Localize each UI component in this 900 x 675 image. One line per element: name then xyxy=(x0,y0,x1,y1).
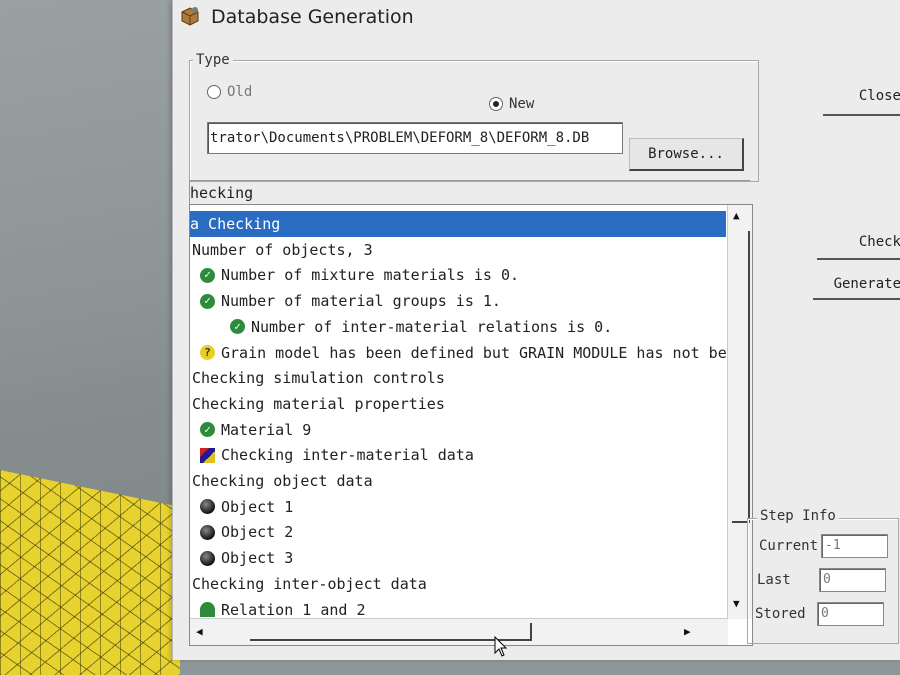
relation-icon xyxy=(200,602,215,617)
radio-old-label: Old xyxy=(227,84,253,100)
list-row-text: Object 3 xyxy=(221,549,294,568)
list-row-text: Material 9 xyxy=(221,420,312,439)
list-row-text: Object 1 xyxy=(221,497,294,516)
check-icon xyxy=(200,293,215,309)
vertical-scroll-thumb[interactable] xyxy=(732,231,750,523)
list-row[interactable]: Object 1 xyxy=(200,494,293,520)
list-row[interactable]: Checking object data xyxy=(192,468,373,494)
list-row[interactable]: Checking simulation controls xyxy=(192,365,445,391)
list-header: hecking xyxy=(189,180,750,205)
list-row-text: Number of mixture materials is 0. xyxy=(221,266,520,285)
stored-label: Stored xyxy=(755,606,806,622)
list-row[interactable]: a Checking xyxy=(190,211,726,237)
check-icon xyxy=(230,319,245,335)
list-row-text: Object 2 xyxy=(221,523,294,542)
type-legend: Type xyxy=(193,52,233,68)
list-row[interactable]: Number of mixture materials is 0. xyxy=(200,262,519,288)
list-row[interactable]: Number of material groups is 1. xyxy=(200,288,501,314)
horizontal-scroll-thumb[interactable] xyxy=(250,623,532,641)
step-info-legend: Step Info xyxy=(757,508,839,524)
list-row[interactable]: Checking inter-material data xyxy=(200,442,474,468)
check-icon xyxy=(200,267,215,283)
database-path-field[interactable]: trator\Documents\PROBLEM\DEFORM_8\DEFORM… xyxy=(207,122,623,154)
list-row[interactable]: Grain model has been defined but GRAIN M… xyxy=(200,340,736,366)
list-row-text: Number of inter-material relations is 0. xyxy=(251,317,613,336)
stored-field[interactable]: 0 xyxy=(817,602,884,626)
horizontal-scrollbar[interactable]: ◀ ▶ xyxy=(190,618,728,645)
list-row[interactable]: Checking inter-object data xyxy=(192,571,427,597)
scroll-up-icon[interactable]: ▲ xyxy=(733,209,740,222)
browse-button[interactable]: Browse... xyxy=(629,138,744,171)
list-row-text: Grain model has been defined but GRAIN M… xyxy=(221,343,736,362)
multicolor-icon xyxy=(200,447,215,463)
list-row[interactable]: Checking material properties xyxy=(192,391,445,417)
window-title: Database Generation xyxy=(211,6,414,28)
list-row-text: Checking object data xyxy=(192,472,373,490)
radio-old[interactable]: Old xyxy=(207,84,252,100)
radio-old-indicator xyxy=(207,85,221,99)
radio-new-indicator xyxy=(489,97,503,111)
object-icon xyxy=(200,499,215,515)
scroll-left-icon[interactable]: ◀ xyxy=(196,625,203,638)
list-row-text: Number of material groups is 1. xyxy=(221,292,501,311)
list-row-text: Number of objects, 3 xyxy=(192,240,373,259)
object-icon xyxy=(200,550,215,566)
current-label: Current xyxy=(759,538,819,554)
list-row-text: Checking inter-material data xyxy=(221,446,474,465)
last-field[interactable]: 0 xyxy=(819,568,886,592)
last-label: Last xyxy=(757,572,791,588)
scroll-right-icon[interactable]: ▶ xyxy=(684,625,691,638)
list-row[interactable]: Number of inter-material relations is 0. xyxy=(230,314,612,340)
check-icon xyxy=(200,422,215,438)
title-bar[interactable]: Database Generation xyxy=(173,0,900,38)
check-results-list[interactable]: a Checking Number of objects, 3 Number of … xyxy=(189,204,753,646)
mouse-cursor-icon xyxy=(494,636,508,657)
list-row[interactable]: Object 2 xyxy=(200,519,293,545)
generate-button[interactable]: Generate xyxy=(813,276,900,300)
list-row[interactable]: Material 9 xyxy=(200,417,311,443)
question-icon xyxy=(200,345,215,360)
list-row-text: Checking material properties xyxy=(192,394,445,413)
list-row-text: Checking simulation controls xyxy=(192,369,445,388)
check-button[interactable]: Check xyxy=(817,234,900,260)
list-row-text: Checking inter-object data xyxy=(192,574,427,593)
list-row[interactable]: Object 3 xyxy=(200,545,293,571)
database-generation-dialog: Database Generation Type Old New trator\… xyxy=(172,0,900,660)
list-row-text: a Checking xyxy=(190,215,281,233)
database-icon xyxy=(181,7,199,26)
radio-new[interactable]: New xyxy=(489,96,534,112)
current-field[interactable]: -1 xyxy=(821,534,888,558)
radio-new-label: New xyxy=(509,96,535,112)
close-button[interactable]: Close xyxy=(823,88,900,116)
list-row[interactable]: Number of objects, 3 xyxy=(192,237,373,263)
object-icon xyxy=(200,524,215,540)
scroll-down-icon[interactable]: ▼ xyxy=(733,597,740,610)
